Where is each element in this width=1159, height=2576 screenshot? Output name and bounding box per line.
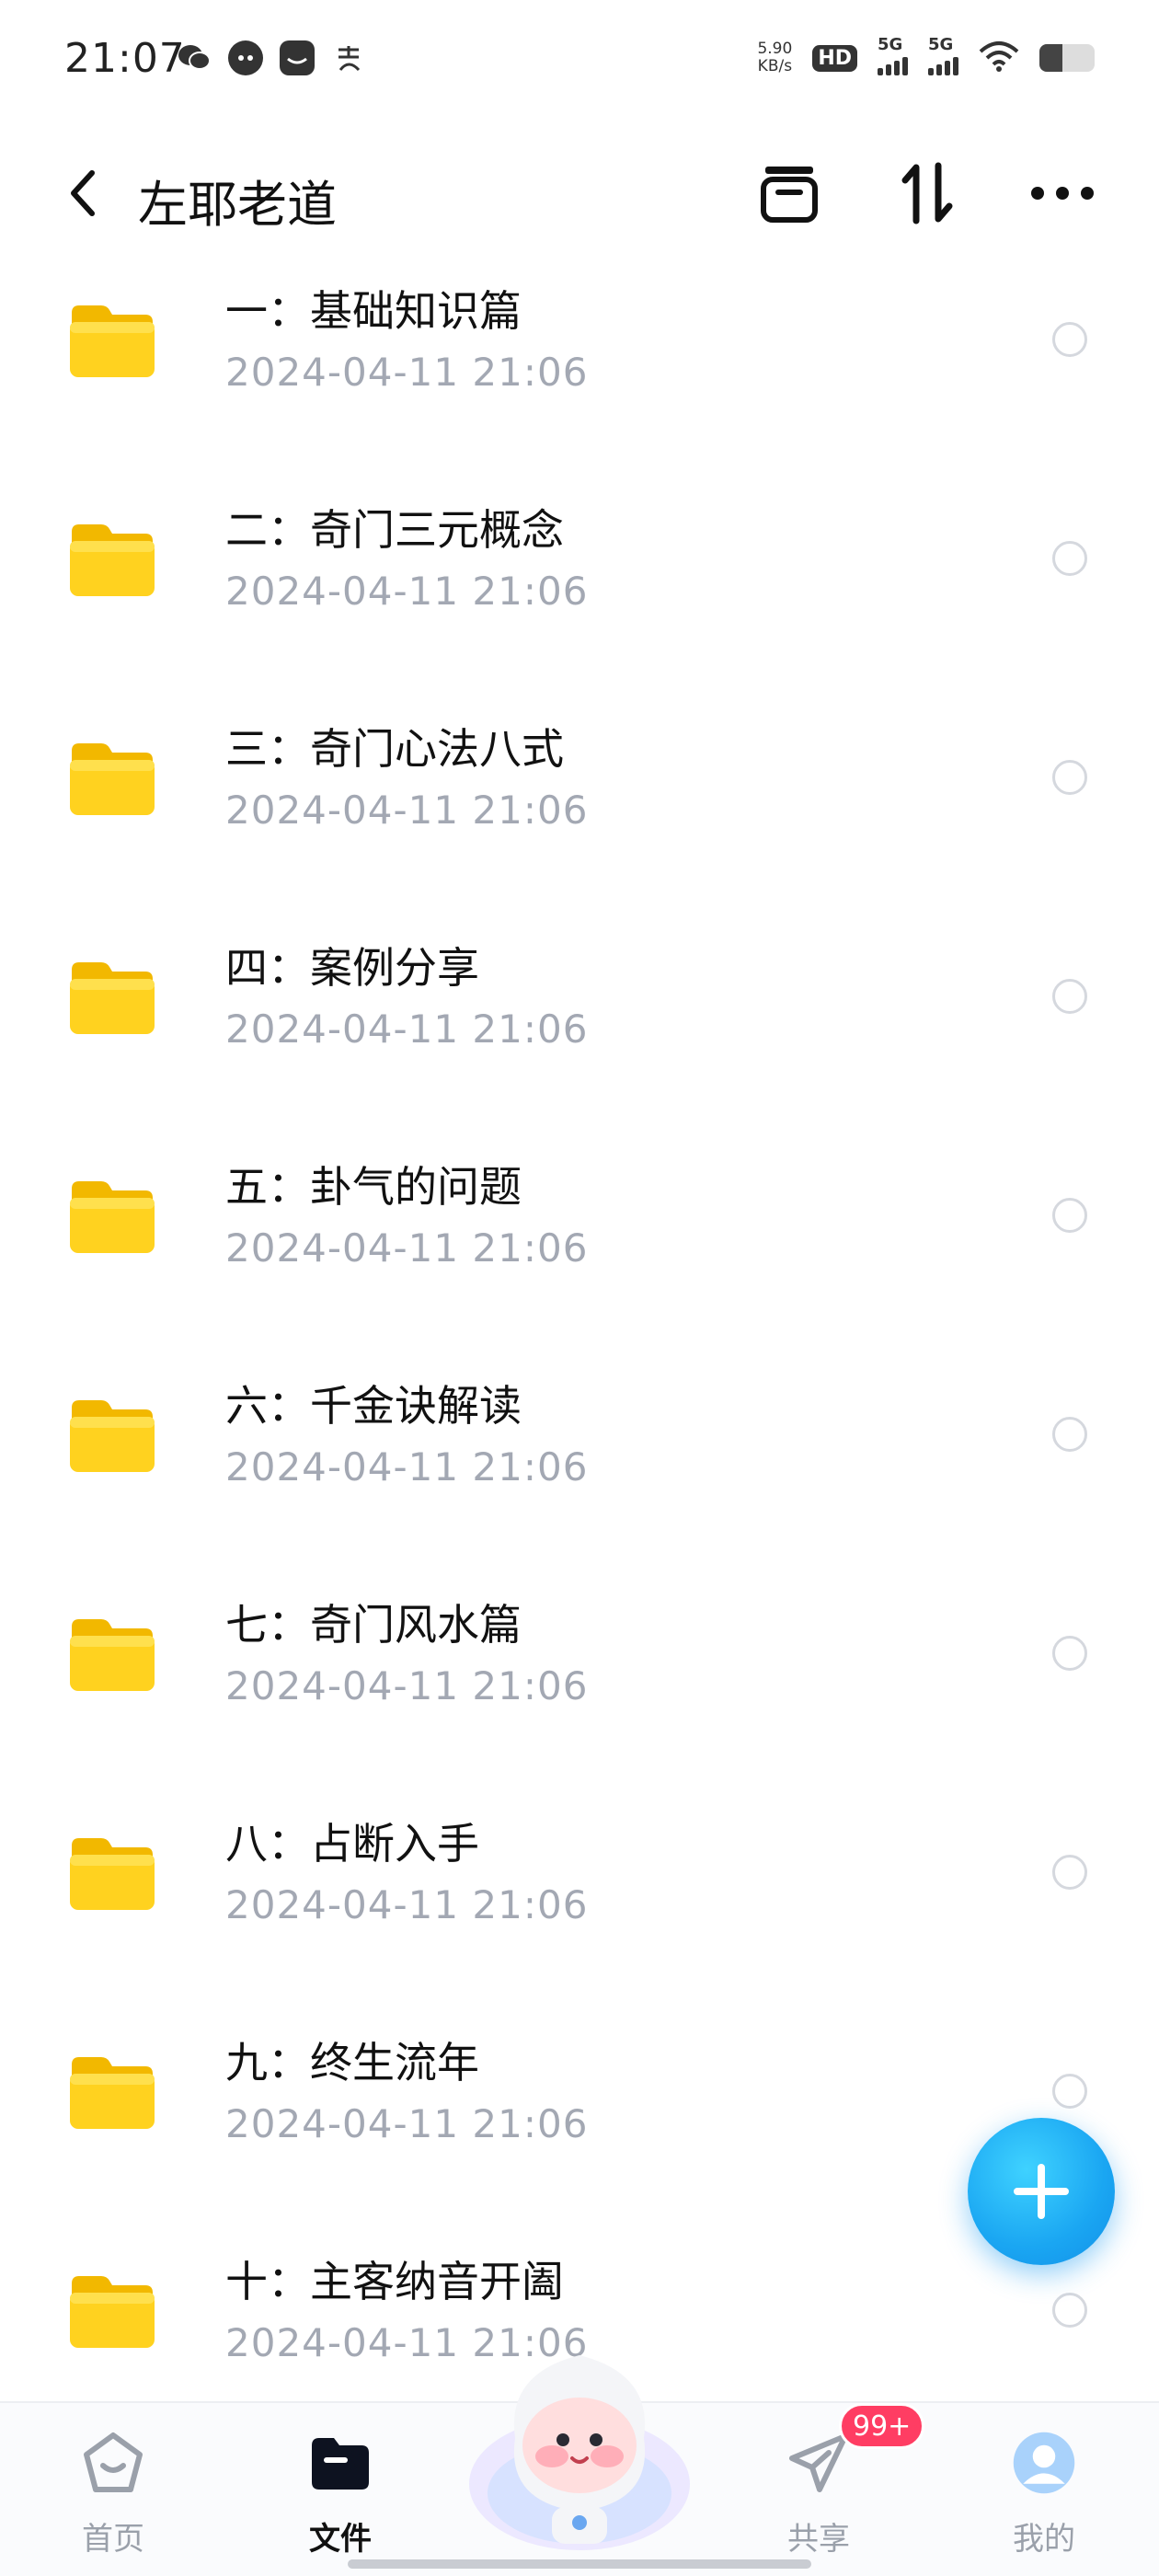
sim2-network-label: 5G (928, 35, 954, 54)
folder-icon (70, 524, 155, 596)
sort-button[interactable] (892, 158, 962, 228)
folder-icon (70, 1619, 155, 1691)
select-checkbox[interactable] (1052, 322, 1087, 357)
hd-volte-icon: HD (812, 44, 857, 72)
more-options-button[interactable] (1027, 158, 1097, 228)
folder-icon (70, 305, 155, 377)
file-date: 2024-04-11 21:06 (225, 1444, 589, 1489)
add-button[interactable] (968, 2118, 1115, 2265)
folder-icon (70, 1181, 155, 1253)
home-indicator (348, 2559, 811, 2569)
network-speed-value: 5.90 (757, 40, 793, 58)
file-list-item[interactable]: 六：千金诀解读 2024-04-11 21:06 (0, 1362, 1159, 1581)
select-checkbox[interactable] (1052, 1855, 1087, 1890)
share-notification-badge: 99+ (839, 2403, 925, 2449)
profile-icon (1012, 2431, 1076, 2495)
message-app-icon (280, 40, 315, 75)
status-notification-icons (177, 40, 366, 75)
nav-profile-label: 我的 (1013, 2521, 1075, 2558)
status-system-icons: 5.90 KB/s HD 5G 5G (757, 35, 1095, 75)
wifi-icon (979, 40, 1019, 75)
nav-files[interactable]: 文件 (267, 2421, 414, 2559)
status-time: 21:07 (64, 35, 186, 82)
file-name: 八：占断入手 (225, 1819, 479, 1869)
archive-icon (761, 167, 818, 223)
nav-home-label: 首页 (82, 2521, 144, 2558)
file-list-item[interactable]: 八：占断入手 2024-04-11 21:06 (0, 1800, 1159, 2018)
file-name: 二：奇门三元概念 (225, 505, 564, 555)
plus-icon (1014, 2164, 1069, 2219)
folder-icon (70, 2276, 155, 2348)
file-name: 七：奇门风水篇 (225, 1600, 522, 1650)
file-date: 2024-04-11 21:06 (225, 1006, 589, 1052)
file-name: 九：终生流年 (225, 2038, 479, 2087)
file-list-item[interactable]: 一：基础知识篇 2024-04-11 21:06 (0, 267, 1159, 486)
home-icon (81, 2431, 145, 2495)
wechat-icon (177, 40, 212, 75)
alipay-icon (331, 40, 366, 75)
cat-app-icon (228, 40, 263, 75)
file-date: 2024-04-11 21:06 (225, 1663, 589, 1708)
signal-sim2-icon: 5G (928, 35, 958, 75)
select-checkbox[interactable] (1052, 2074, 1087, 2109)
select-checkbox[interactable] (1052, 1198, 1087, 1233)
nav-files-label: 文件 (309, 2521, 372, 2558)
select-checkbox[interactable] (1052, 1636, 1087, 1671)
file-name: 五：卦气的问题 (225, 1162, 522, 1212)
file-list-item[interactable]: 五：卦气的问题 2024-04-11 21:06 (0, 1143, 1159, 1362)
archive-button[interactable] (754, 158, 824, 228)
network-speed: 5.90 KB/s (757, 40, 792, 75)
select-checkbox[interactable] (1052, 1417, 1087, 1452)
file-name: 四：案例分享 (225, 943, 479, 993)
file-list-item[interactable]: 二：奇门三元概念 2024-04-11 21:06 (0, 486, 1159, 705)
file-name: 六：千金诀解读 (225, 1381, 522, 1431)
file-date: 2024-04-11 21:06 (225, 350, 589, 395)
sort-icon (901, 162, 953, 224)
file-name: 三：奇门心法八式 (225, 724, 564, 774)
folder-icon (70, 1400, 155, 1472)
file-name: 十：主客纳音开阖 (225, 2257, 564, 2306)
folder-icon (70, 962, 155, 1034)
battery-icon (1039, 44, 1095, 72)
select-checkbox[interactable] (1052, 979, 1087, 1014)
chevron-left-icon (71, 170, 95, 216)
file-name: 一：基础知识篇 (225, 286, 522, 336)
top-app-bar: 左耶老道 (0, 138, 1159, 248)
nav-share-label: 共享 (787, 2521, 850, 2558)
file-list-item[interactable]: 七：奇门风水篇 2024-04-11 21:06 (0, 1581, 1159, 1800)
file-list-item[interactable]: 三：奇门心法八式 2024-04-11 21:06 (0, 705, 1159, 924)
assistant-mascot-button[interactable] (460, 2328, 699, 2558)
file-date: 2024-04-11 21:06 (225, 788, 589, 833)
select-checkbox[interactable] (1052, 2293, 1087, 2328)
nav-home[interactable]: 首页 (40, 2421, 187, 2559)
select-checkbox[interactable] (1052, 760, 1087, 795)
folder-tab-icon (308, 2431, 373, 2495)
file-date: 2024-04-11 21:06 (225, 1882, 589, 1927)
file-date: 2024-04-11 21:06 (225, 569, 589, 614)
mascot-icon (469, 2355, 690, 2550)
file-date: 2024-04-11 21:06 (225, 2101, 589, 2146)
nav-profile[interactable]: 我的 (970, 2421, 1118, 2559)
file-date: 2024-04-11 21:06 (225, 1225, 589, 1271)
more-icon (1031, 187, 1094, 200)
folder-icon (70, 2057, 155, 2129)
sim1-network-label: 5G (878, 35, 903, 54)
select-checkbox[interactable] (1052, 541, 1087, 576)
status-bar: 21:07 5.90 KB/s HD 5G 5G (0, 0, 1159, 124)
folder-icon (70, 1838, 155, 1910)
folder-icon (70, 743, 155, 815)
back-button[interactable] (55, 162, 110, 224)
file-list-item[interactable]: 四：案例分享 2024-04-11 21:06 (0, 924, 1159, 1143)
signal-sim1-icon: 5G (878, 35, 908, 75)
network-speed-unit: KB/s (757, 57, 793, 75)
share-plane-icon (786, 2431, 851, 2495)
page-title: 左耶老道 (138, 176, 337, 234)
